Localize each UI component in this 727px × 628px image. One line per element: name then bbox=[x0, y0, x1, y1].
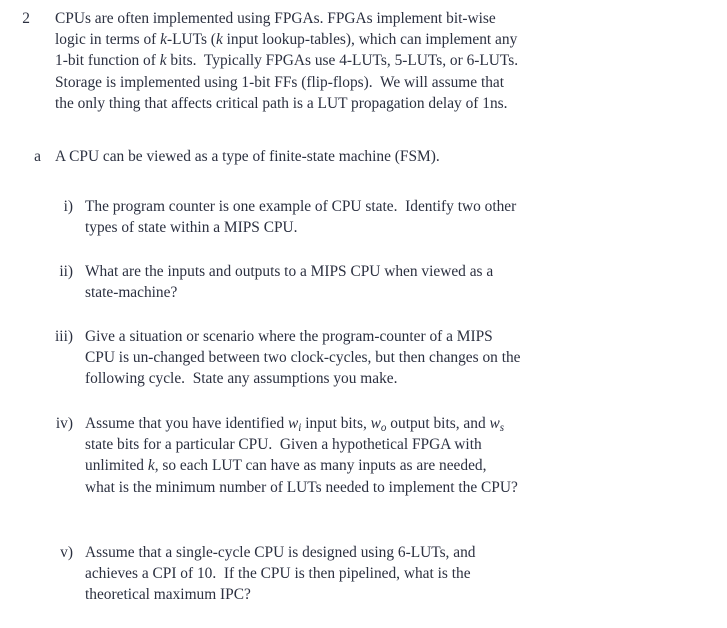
part-a-line-1: A CPU can be viewed as a type of finite-… bbox=[55, 148, 440, 165]
item-iv-line-2: state bits for a particular CPU. Given a… bbox=[85, 436, 482, 454]
iv-l3-seg-b: , so each LUT can have as many inputs as… bbox=[154, 457, 487, 475]
part-a-block: a A CPU can be viewed as a type of finit… bbox=[0, 146, 720, 167]
item-iv-line-4: what is the minimum number of LUTs neede… bbox=[85, 478, 518, 496]
question-2-line-3: 1-bit function of k bits. Typically FPGA… bbox=[55, 50, 720, 71]
iv-l3-seg-a: unlimited bbox=[85, 457, 148, 475]
item-v-line-1: Assume that a single-cycle CPU is design… bbox=[85, 544, 476, 561]
math-var-w: w bbox=[370, 415, 381, 432]
item-iii-line-1: Give a situation or scenario where the p… bbox=[85, 328, 493, 345]
line3-seg-a: 1-bit function of bbox=[55, 52, 160, 70]
item-i-line-2: types of state within a MIPS CPU. bbox=[85, 219, 298, 237]
question-number-marker: 2 bbox=[22, 10, 30, 27]
item-ii-block: ii) What are the inputs and outputs to a… bbox=[0, 261, 717, 303]
item-iii-text: Give a situation or scenario where the p… bbox=[85, 326, 717, 390]
question-2-text: CPUs are often implemented using FPGAs. … bbox=[55, 8, 720, 114]
math-var-w-i: wi bbox=[288, 415, 302, 435]
math-var-w: w bbox=[489, 415, 500, 432]
item-iii-marker: iii) bbox=[55, 328, 73, 345]
item-iv-marker: iv) bbox=[55, 415, 73, 432]
math-var-k: k bbox=[147, 457, 155, 475]
item-iii-block: iii) Give a situation or scenario where … bbox=[0, 326, 717, 390]
item-v-marker: v) bbox=[60, 544, 73, 561]
math-var-k: k bbox=[215, 31, 223, 49]
document-page: 2 CPUs are often implemented using FPGAs… bbox=[0, 0, 727, 628]
math-var-k: k bbox=[160, 31, 167, 49]
iv-seg-a: Assume that you have identified bbox=[85, 415, 289, 432]
item-iii-line-3: following cycle. State any assumptions y… bbox=[85, 370, 398, 388]
part-a-text: A CPU can be viewed as a type of finite-… bbox=[55, 146, 720, 167]
math-subscript-i: i bbox=[298, 422, 302, 435]
question-2-line-5: the only thing that affects critical pat… bbox=[55, 94, 508, 112]
item-iv-text: Assume that you have identified wi input… bbox=[85, 413, 717, 498]
line2-seg-b: -LUTs ( bbox=[167, 31, 216, 49]
item-i-text: The program counter is one example of CP… bbox=[85, 196, 717, 238]
item-i-line-1: The program counter is one example of CP… bbox=[85, 198, 517, 215]
item-v-line-2: achieves a CPI of 10. If the CPU is then… bbox=[85, 565, 471, 583]
math-var-w: w bbox=[288, 415, 299, 432]
item-iv-block: iv) Assume that you have identified wi i… bbox=[0, 413, 717, 498]
item-v-text: Assume that a single-cycle CPU is design… bbox=[85, 542, 717, 606]
math-var-k: k bbox=[159, 52, 167, 70]
line3-seg-b: bits. Typically FPGAs use 4-LUTs, 5-LUTs… bbox=[166, 52, 519, 70]
question-2-block: 2 CPUs are often implemented using FPGAs… bbox=[0, 8, 720, 114]
question-2-line-4: Storage is implemented using 1-bit FFs (… bbox=[55, 73, 505, 91]
item-iii-line-2: CPU is un-changed between two clock-cycl… bbox=[85, 349, 521, 367]
question-2-line-2: logic in terms of k-LUTs (k input lookup… bbox=[55, 29, 720, 50]
math-var-w-o: wo bbox=[370, 415, 387, 435]
item-iv-line-3: unlimited k, so each LUT can have as man… bbox=[85, 455, 717, 476]
question-2-line-1: CPUs are often implemented using FPGAs. … bbox=[55, 10, 496, 27]
item-iv-line-1: Assume that you have identified wi input… bbox=[85, 413, 717, 434]
item-ii-marker: ii) bbox=[59, 263, 73, 280]
item-ii-line-1: What are the inputs and outputs to a MIP… bbox=[85, 263, 494, 280]
math-subscript-s: s bbox=[499, 422, 505, 435]
math-subscript-o: o bbox=[380, 422, 387, 435]
line2-seg-c: input lookup-tables), which can implemen… bbox=[222, 31, 518, 49]
math-var-w-s: ws bbox=[489, 415, 505, 435]
item-ii-text: What are the inputs and outputs to a MIP… bbox=[85, 261, 717, 303]
line2-seg-a: logic in terms of bbox=[55, 31, 161, 49]
iv-seg-c: output bits, and bbox=[386, 415, 490, 432]
item-v-line-3: theoretical maximum IPC? bbox=[85, 586, 251, 604]
iv-seg-b: input bits, bbox=[301, 415, 371, 432]
item-ii-line-2: state-machine? bbox=[85, 284, 178, 302]
item-i-marker: i) bbox=[63, 198, 73, 215]
item-v-block: v) Assume that a single-cycle CPU is des… bbox=[0, 542, 717, 606]
item-i-block: i) The program counter is one example of… bbox=[0, 196, 717, 238]
part-a-marker: a bbox=[34, 148, 41, 165]
